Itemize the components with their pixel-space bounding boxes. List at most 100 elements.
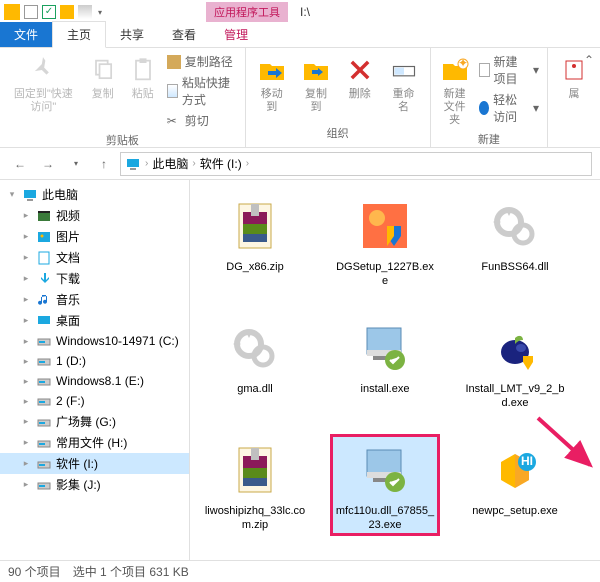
copy-to-button[interactable]: 复制到: [296, 52, 336, 116]
tree-node[interactable]: ▸桌面: [0, 310, 189, 331]
qat-print-icon[interactable]: [78, 5, 92, 19]
file-item[interactable]: DGSetup_1227B.exe: [330, 190, 440, 292]
ribbon-collapse-icon[interactable]: ⌃: [582, 30, 596, 90]
file-item[interactable]: HInewpc_setup.exe: [460, 434, 570, 536]
expand-icon[interactable]: ▸: [20, 336, 32, 347]
file-item[interactable]: Install_LMT_v9_2_bd.exe: [460, 312, 570, 414]
history-dropdown-icon[interactable]: ▾: [64, 152, 88, 176]
nav-tree[interactable]: ▾此电脑▸视频▸图片▸文档▸下载▸音乐▸桌面▸Windows10-14971 (…: [0, 180, 190, 560]
cut-button[interactable]: ✂剪切: [165, 111, 239, 130]
file-item[interactable]: FunBSS64.dll: [460, 190, 570, 292]
easy-access-button[interactable]: 轻松访问 ▾: [477, 90, 541, 126]
drive-icon: [36, 435, 52, 451]
expand-icon[interactable]: ▸: [20, 210, 32, 221]
address-bar: ← → ▾ ↑ › 此电脑 › 软件 (I:) ›: [0, 148, 600, 180]
file-item[interactable]: install.exe: [330, 312, 440, 414]
app-icon: [4, 4, 20, 20]
tree-node[interactable]: ▸文档: [0, 247, 189, 268]
new-folder-button[interactable]: ✦ 新建 文件夹: [437, 52, 473, 129]
tree-label: 音乐: [56, 291, 80, 308]
tree-node[interactable]: ▸Windows10-14971 (C:): [0, 331, 189, 351]
chevron-right-icon[interactable]: ›: [145, 158, 148, 169]
qat-check-icon[interactable]: ✓: [42, 5, 56, 19]
expand-icon[interactable]: ▸: [20, 437, 32, 448]
tab-file[interactable]: 文件: [0, 22, 52, 47]
file-item[interactable]: liwoshipizhq_33lc.com.zip: [200, 434, 310, 536]
tree-node[interactable]: ▸2 (F:): [0, 391, 189, 411]
delete-button[interactable]: 删除: [340, 52, 379, 103]
file-item[interactable]: gma.dll: [200, 312, 310, 414]
expand-icon[interactable]: ▸: [20, 231, 32, 242]
file-grid[interactable]: DG_x86.zip DGSetup_1227B.exeFunBSS64.dll g…: [190, 180, 600, 560]
expand-icon[interactable]: ▸: [20, 479, 32, 490]
tree-node[interactable]: ▸视频: [0, 205, 189, 226]
chevron-right-icon[interactable]: ›: [246, 158, 249, 169]
forward-button[interactable]: →: [36, 152, 60, 176]
qat-properties-icon[interactable]: [24, 5, 38, 19]
tree-node[interactable]: ▸影集 (J:): [0, 474, 189, 495]
file-icon: [353, 438, 417, 502]
tree-label: 1 (D:): [56, 354, 86, 368]
main-area: ▾此电脑▸视频▸图片▸文档▸下载▸音乐▸桌面▸Windows10-14971 (…: [0, 180, 600, 560]
copy-icon: [87, 54, 119, 86]
file-icon: [483, 194, 547, 258]
tab-view[interactable]: 查看: [158, 22, 210, 47]
expand-icon[interactable]: ▸: [20, 356, 32, 367]
tab-home[interactable]: 主页: [52, 21, 106, 48]
breadcrumb-pc[interactable]: 此电脑: [152, 155, 188, 172]
copy-path-button[interactable]: 复制路径: [165, 52, 239, 71]
expand-icon[interactable]: ▸: [20, 315, 32, 326]
file-name: DG_x86.zip: [226, 260, 283, 274]
new-item-button[interactable]: 新建项目 ▾: [477, 52, 541, 88]
file-item[interactable]: mfc110u.dll_67855_23.exe: [330, 434, 440, 536]
pin-icon: [27, 54, 59, 86]
expand-icon[interactable]: ▸: [20, 273, 32, 284]
tree-node[interactable]: ▸下载: [0, 268, 189, 289]
tree-node[interactable]: ▸广场舞 (G:): [0, 411, 189, 432]
file-name: install.exe: [361, 382, 410, 396]
music-icon: [36, 292, 52, 308]
expand-icon[interactable]: ▸: [20, 416, 32, 427]
file-item[interactable]: DG_x86.zip: [200, 190, 310, 292]
paste-shortcut-button[interactable]: 粘贴快捷方式: [165, 73, 239, 109]
pc-icon: [22, 187, 38, 203]
back-button[interactable]: ←: [8, 152, 32, 176]
expand-icon[interactable]: ▸: [20, 294, 32, 305]
tree-node[interactable]: ▾ 此电脑: [0, 184, 189, 205]
svg-text:✦: ✦: [458, 56, 468, 70]
svg-text:HI: HI: [521, 454, 533, 468]
chevron-right-icon[interactable]: ›: [192, 158, 195, 169]
drive-icon: [36, 477, 52, 493]
pin-button[interactable]: 固定到"快速访问": [6, 52, 81, 116]
tree-label: 此电脑: [42, 186, 78, 203]
breadcrumb-drive[interactable]: 软件 (I:): [200, 155, 242, 172]
expand-icon[interactable]: ▸: [20, 458, 32, 469]
paste-button[interactable]: 粘贴: [125, 52, 161, 103]
qat-folder-icon[interactable]: [60, 5, 74, 19]
pc-icon: [125, 156, 141, 172]
expand-icon[interactable]: ▸: [20, 376, 32, 387]
new-item-icon: [479, 63, 490, 77]
copy-button[interactable]: 复制: [85, 52, 121, 103]
scissors-icon: ✂: [167, 114, 181, 128]
tree-node[interactable]: ▸ 1 (D:): [0, 351, 189, 371]
up-button[interactable]: ↑: [92, 152, 116, 176]
qat-dropdown-icon[interactable]: ▾: [98, 8, 102, 17]
tree-label: 常用文件 (H:): [56, 434, 127, 451]
rename-button[interactable]: 重命名: [383, 52, 423, 116]
tree-node[interactable]: ▸ 常用文件 (H:): [0, 432, 189, 453]
expand-icon[interactable]: ▸: [20, 396, 32, 407]
expand-icon[interactable]: ▾: [6, 189, 18, 200]
move-to-button[interactable]: 移动到: [252, 52, 292, 116]
tree-node[interactable]: ▸ 音乐: [0, 289, 189, 310]
tree-node[interactable]: ▸ Windows8.1 (E:): [0, 371, 189, 391]
tree-node[interactable]: ▸图片: [0, 226, 189, 247]
tree-node[interactable]: ▸软件 (I:): [0, 453, 189, 474]
tab-manage[interactable]: 管理: [210, 22, 262, 47]
expand-icon[interactable]: ▸: [20, 252, 32, 263]
tab-share[interactable]: 共享: [106, 22, 158, 47]
group-new-label: 新建: [478, 129, 500, 149]
breadcrumb[interactable]: › 此电脑 › 软件 (I:) ›: [120, 152, 592, 176]
tree-label: Windows8.1 (E:): [56, 374, 144, 388]
path-icon: [167, 55, 181, 69]
